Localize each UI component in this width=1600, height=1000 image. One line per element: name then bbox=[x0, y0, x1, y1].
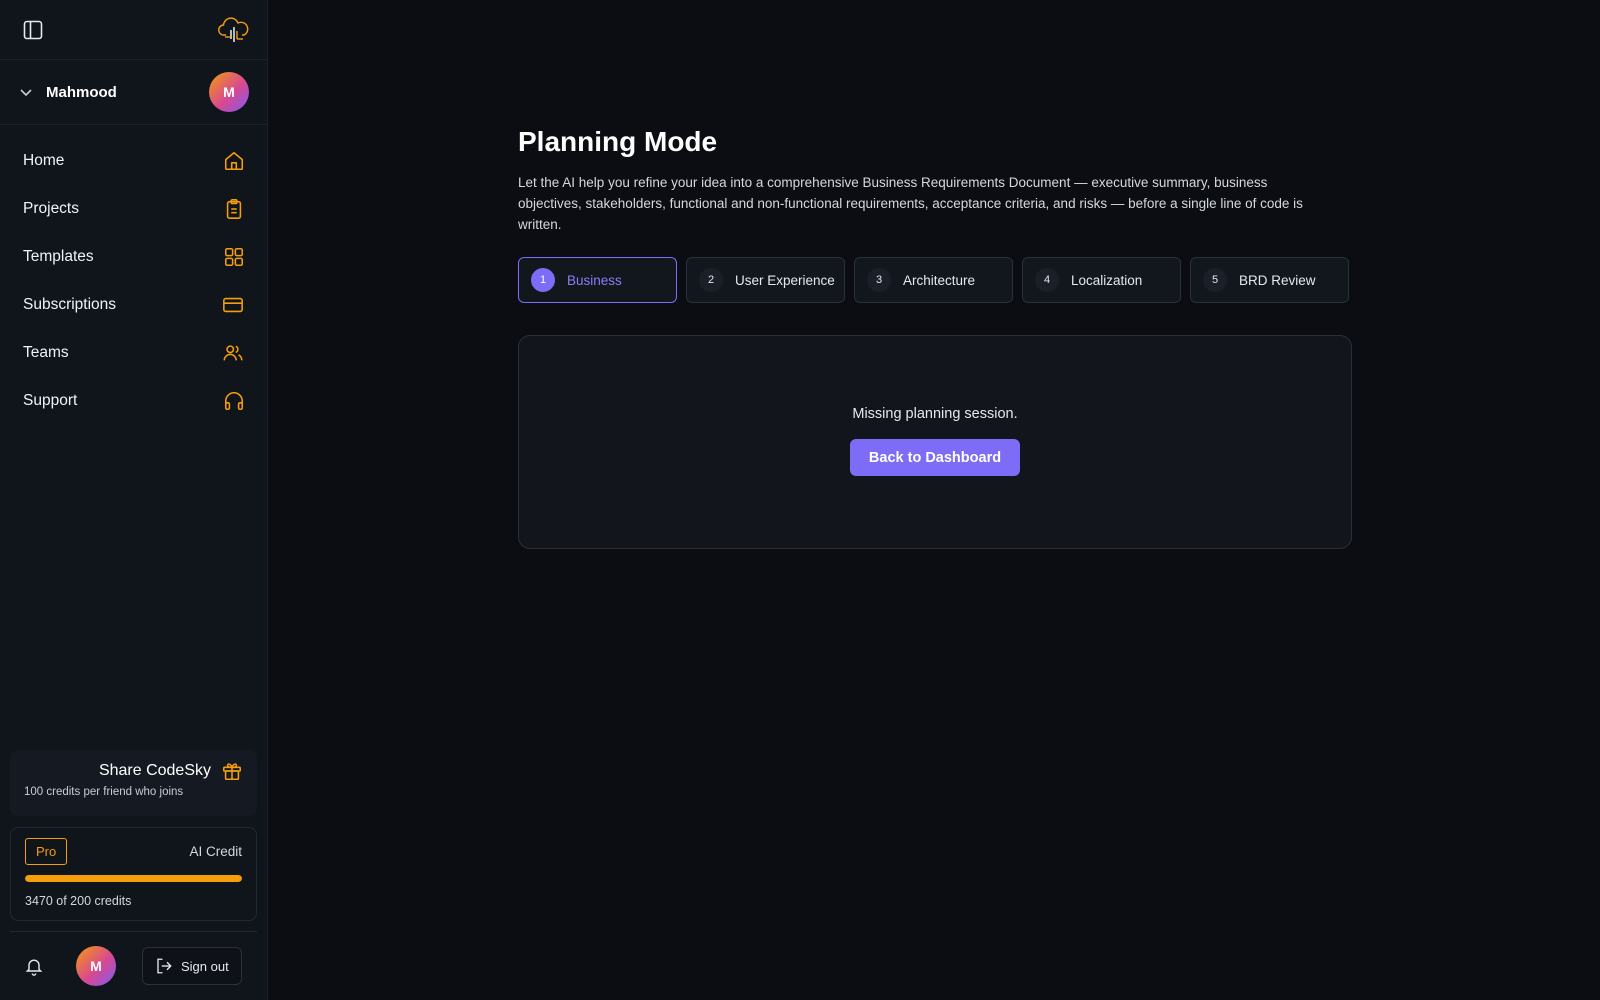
tab-brd-review[interactable]: 5 BRD Review bbox=[1190, 257, 1349, 303]
sidebar-toggle-icon[interactable] bbox=[22, 19, 44, 41]
sidebar: Mahmood M Home Projects Templates Subscr… bbox=[0, 0, 268, 1000]
headphones-icon bbox=[223, 390, 245, 412]
sidebar-item-label: Templates bbox=[23, 248, 94, 265]
clipboard-icon bbox=[223, 198, 245, 220]
grid-icon bbox=[223, 246, 245, 268]
ai-credit-label: AI Credit bbox=[189, 844, 242, 859]
step-tabs: 1 Business 2 User Experience 3 Architect… bbox=[518, 257, 1352, 303]
back-to-dashboard-button[interactable]: Back to Dashboard bbox=[850, 439, 1020, 476]
sidebar-item-teams[interactable]: Teams bbox=[0, 329, 267, 377]
gift-icon bbox=[221, 760, 243, 782]
users-icon bbox=[221, 342, 245, 364]
share-title: Share CodeSky bbox=[98, 762, 211, 779]
credit-card-icon bbox=[221, 294, 245, 316]
share-subtitle: 100 credits per friend who joins bbox=[24, 786, 184, 798]
sidebar-nav: Home Projects Templates Subscriptions Te… bbox=[0, 125, 267, 425]
chevron-down-icon bbox=[18, 84, 34, 100]
step-label: Localization bbox=[1071, 272, 1143, 288]
divider bbox=[10, 931, 257, 932]
sidebar-item-home[interactable]: Home bbox=[0, 137, 267, 185]
cloud-logo-icon[interactable] bbox=[217, 15, 251, 45]
main-content: Planning Mode Let the AI help you refine… bbox=[518, 126, 1352, 549]
tab-business[interactable]: 1 Business bbox=[518, 257, 677, 303]
sidebar-item-label: Teams bbox=[23, 344, 69, 361]
step-label: Business bbox=[567, 272, 622, 288]
tab-user-experience[interactable]: 2 User Experience bbox=[686, 257, 845, 303]
tab-architecture[interactable]: 3 Architecture bbox=[854, 257, 1013, 303]
sidebar-item-label: Subscriptions bbox=[23, 296, 117, 313]
tab-localization[interactable]: 4 Localization bbox=[1022, 257, 1181, 303]
account-name: Mahmood bbox=[46, 83, 117, 101]
avatar[interactable]: M bbox=[76, 946, 116, 986]
sidebar-header bbox=[0, 0, 267, 60]
step-label: User Experience bbox=[735, 272, 835, 288]
plan-badge: Pro bbox=[25, 838, 68, 865]
home-icon bbox=[223, 150, 245, 172]
empty-state-message: Missing planning session. bbox=[852, 406, 1018, 422]
credit-progress-fill bbox=[25, 875, 242, 882]
account-switcher[interactable]: Mahmood M bbox=[0, 60, 267, 125]
sign-out-button[interactable]: Sign out bbox=[142, 947, 242, 985]
share-card[interactable]: Share CodeSky 100 credits per friend who… bbox=[10, 750, 257, 816]
step-number: 3 bbox=[867, 268, 891, 292]
step-label: BRD Review bbox=[1239, 272, 1316, 288]
step-number: 2 bbox=[699, 268, 723, 292]
sidebar-item-label: Home bbox=[23, 152, 65, 169]
credit-progress-bar bbox=[25, 875, 242, 882]
log-out-icon bbox=[155, 957, 173, 975]
sidebar-item-templates[interactable]: Templates bbox=[0, 233, 267, 281]
sidebar-item-label: Projects bbox=[23, 200, 79, 217]
page-title: Planning Mode bbox=[518, 126, 718, 157]
avatar[interactable]: M bbox=[209, 72, 249, 112]
sidebar-item-subscriptions[interactable]: Subscriptions bbox=[0, 281, 267, 329]
bell-icon[interactable] bbox=[24, 956, 44, 976]
sidebar-item-projects[interactable]: Projects bbox=[0, 185, 267, 233]
sidebar-item-label: Support bbox=[23, 392, 78, 409]
session-panel: Missing planning session. Back to Dashbo… bbox=[518, 335, 1352, 549]
credit-card: Pro AI Credit 3470 of 200 credits bbox=[10, 827, 257, 921]
sidebar-footer: M Sign out bbox=[0, 944, 268, 988]
sign-out-label: Sign out bbox=[181, 958, 229, 974]
step-number: 5 bbox=[1203, 268, 1227, 292]
step-number: 4 bbox=[1035, 268, 1059, 292]
step-number: 1 bbox=[531, 268, 555, 292]
step-label: Architecture bbox=[903, 272, 976, 288]
credit-summary: 3470 of 200 credits bbox=[25, 894, 132, 908]
page-description: Let the AI help you refine your idea int… bbox=[518, 175, 1303, 232]
sidebar-item-support[interactable]: Support bbox=[0, 377, 267, 425]
